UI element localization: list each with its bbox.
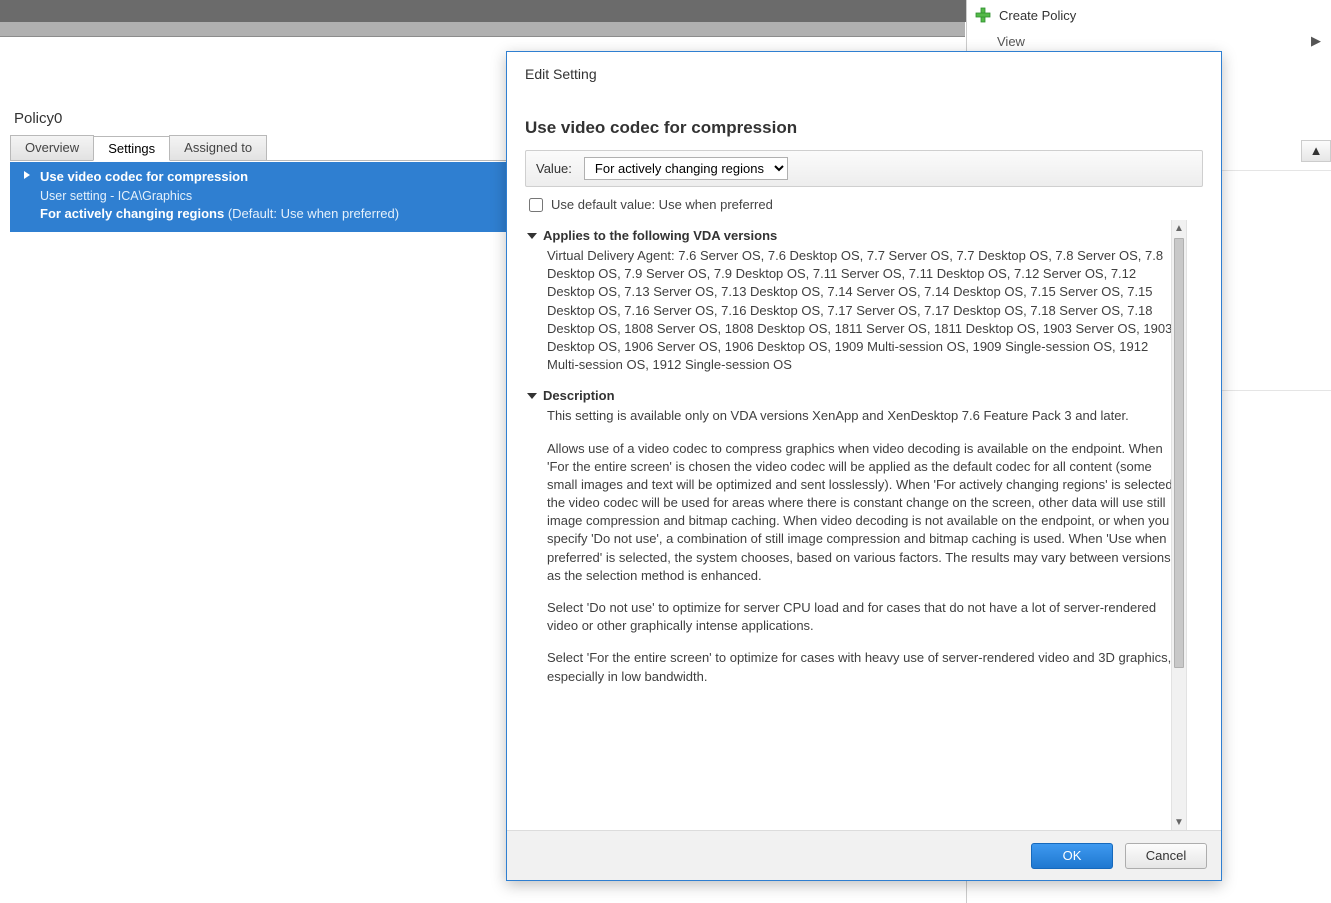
description-section-body: This setting is available only on VDA ve… <box>525 407 1187 685</box>
use-default-checkbox[interactable]: Use default value: Use when preferred <box>525 187 1203 220</box>
description-header-label: Description <box>543 388 615 403</box>
description-paragraph: Select 'For the entire screen' to optimi… <box>547 649 1179 685</box>
applies-section-body: Virtual Delivery Agent: 7.6 Server OS, 7… <box>525 247 1187 374</box>
fade-overlay <box>525 756 1171 786</box>
dialog-footer: OK Cancel <box>507 830 1221 880</box>
panel-collapse-up[interactable]: ▲ <box>1301 140 1331 162</box>
view-menu[interactable]: View ▶ <box>967 30 1331 52</box>
create-policy-label: Create Policy <box>999 8 1076 23</box>
edit-setting-dialog: Edit Setting Use video codec for compres… <box>506 51 1222 881</box>
create-policy-action[interactable]: Create Policy <box>967 0 1331 30</box>
dialog-scroll-area: Applies to the following VDA versions Vi… <box>525 220 1203 830</box>
value-label: Value: <box>536 161 572 176</box>
expand-icon <box>24 171 30 179</box>
applies-section-header[interactable]: Applies to the following VDA versions <box>525 228 1187 243</box>
tab-assigned[interactable]: Assigned to <box>169 135 267 160</box>
scroll-thumb[interactable] <box>1174 238 1184 668</box>
toolbar-band <box>0 22 965 37</box>
chevron-down-icon <box>527 233 537 239</box>
setting-default-hint: (Default: Use when preferred) <box>224 206 399 221</box>
view-label: View <box>997 34 1025 49</box>
description-section-header[interactable]: Description <box>525 388 1187 403</box>
cancel-button[interactable]: Cancel <box>1125 843 1207 869</box>
use-default-checkbox-input[interactable] <box>529 198 543 212</box>
ok-button[interactable]: OK <box>1031 843 1113 869</box>
value-row: Value: For actively changing regionsFor … <box>525 150 1203 187</box>
chevron-right-icon: ▶ <box>1311 33 1321 49</box>
tab-overview[interactable]: Overview <box>10 135 94 160</box>
description-paragraph: Select 'Do not use' to optimize for serv… <box>547 599 1179 635</box>
chevron-down-icon <box>527 393 537 399</box>
value-select[interactable]: For actively changing regionsFor the ent… <box>584 157 788 180</box>
tab-settings[interactable]: Settings <box>93 136 170 161</box>
scroll-down-icon[interactable]: ▼ <box>1172 814 1186 830</box>
applies-text: Virtual Delivery Agent: 7.6 Server OS, 7… <box>547 247 1179 374</box>
description-paragraph: Allows use of a video codec to compress … <box>547 440 1179 586</box>
plus-icon <box>975 7 991 23</box>
scroll-up-icon[interactable]: ▲ <box>1172 220 1186 236</box>
use-default-label: Use default value: Use when preferred <box>551 197 773 212</box>
dialog-title: Edit Setting <box>507 52 1221 92</box>
description-paragraph: This setting is available only on VDA ve… <box>547 407 1179 425</box>
dialog-heading: Use video codec for compression <box>525 118 1203 138</box>
applies-header-label: Applies to the following VDA versions <box>543 228 777 243</box>
scrollbar[interactable]: ▲ ▼ <box>1171 220 1187 830</box>
setting-current-value: For actively changing regions <box>40 206 224 221</box>
